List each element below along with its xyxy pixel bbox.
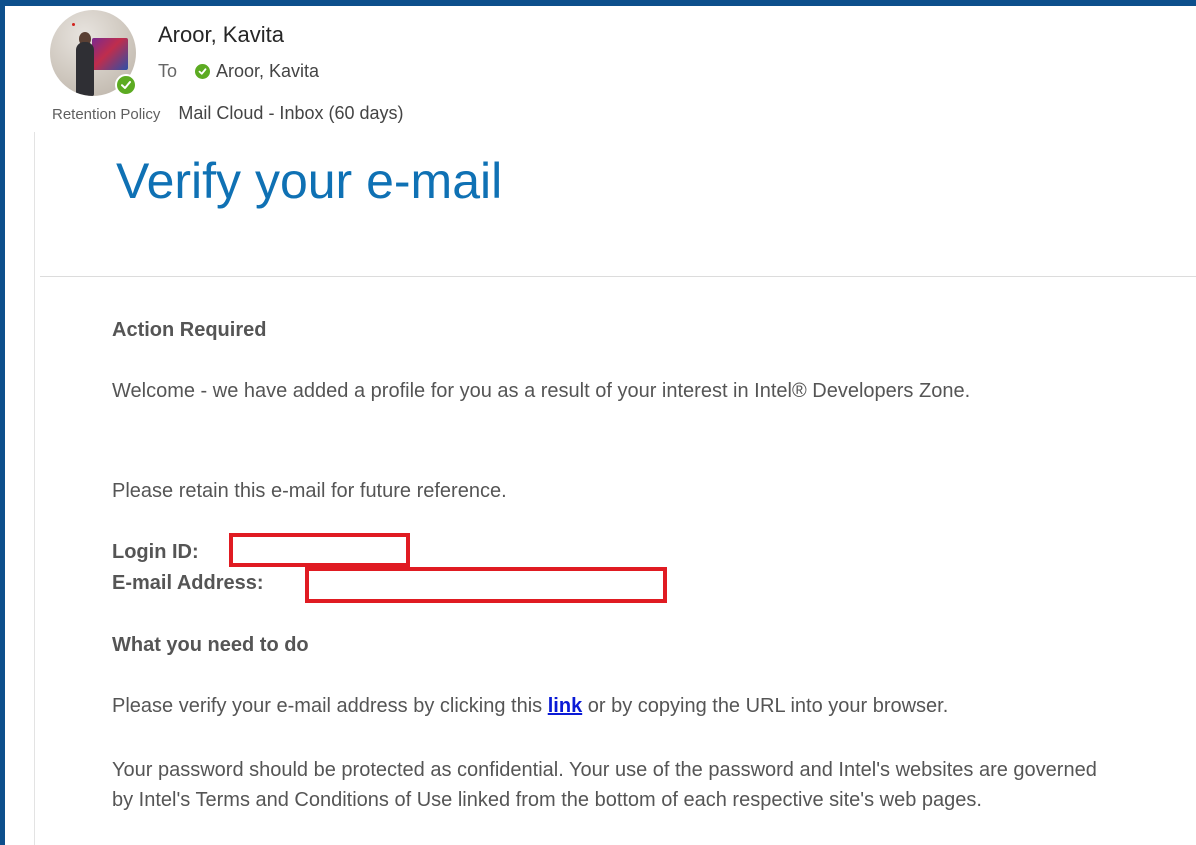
login-id-redaction — [229, 533, 410, 567]
password-paragraph: Your password should be protected as con… — [112, 759, 1097, 811]
window-frame-left — [0, 0, 5, 845]
verify-text-after: or by copying the URL into your browser. — [582, 695, 949, 717]
email-title: Verify your e-mail — [116, 153, 503, 209]
email-address-redaction — [305, 567, 667, 603]
verify-text-before: Please verify your e-mail address by cli… — [112, 695, 548, 717]
presence-available-icon — [115, 74, 137, 96]
to-line: To Aroor, Kavita — [158, 61, 319, 82]
verify-link[interactable]: link — [548, 695, 582, 717]
retain-paragraph: Please retain this e-mail for future ref… — [112, 480, 507, 502]
avatar-photo-background — [92, 38, 128, 70]
verify-paragraph: Please verify your e-mail address by cli… — [112, 691, 1132, 721]
retention-policy-label: Retention Policy — [52, 106, 161, 123]
retention-policy-value: Mail Cloud - Inbox (60 days) — [178, 103, 404, 123]
message-left-rule — [34, 132, 35, 845]
avatar-photo-dot — [72, 23, 75, 26]
title-divider — [40, 276, 1196, 277]
sender-name[interactable]: Aroor, Kavita — [158, 22, 284, 48]
to-label: To — [158, 61, 178, 81]
welcome-paragraph: Welcome - we have added a profile for yo… — [112, 380, 971, 402]
what-to-do-heading: What you need to do — [112, 634, 309, 656]
recipient-available-icon — [195, 64, 211, 79]
window-frame-top — [0, 0, 1196, 6]
retention-policy: Retention Policy Mail Cloud - Inbox (60 … — [52, 103, 404, 124]
action-required-heading: Action Required — [112, 319, 267, 341]
avatar-photo-person — [76, 42, 94, 96]
recipient-name[interactable]: Aroor, Kavita — [216, 61, 319, 82]
